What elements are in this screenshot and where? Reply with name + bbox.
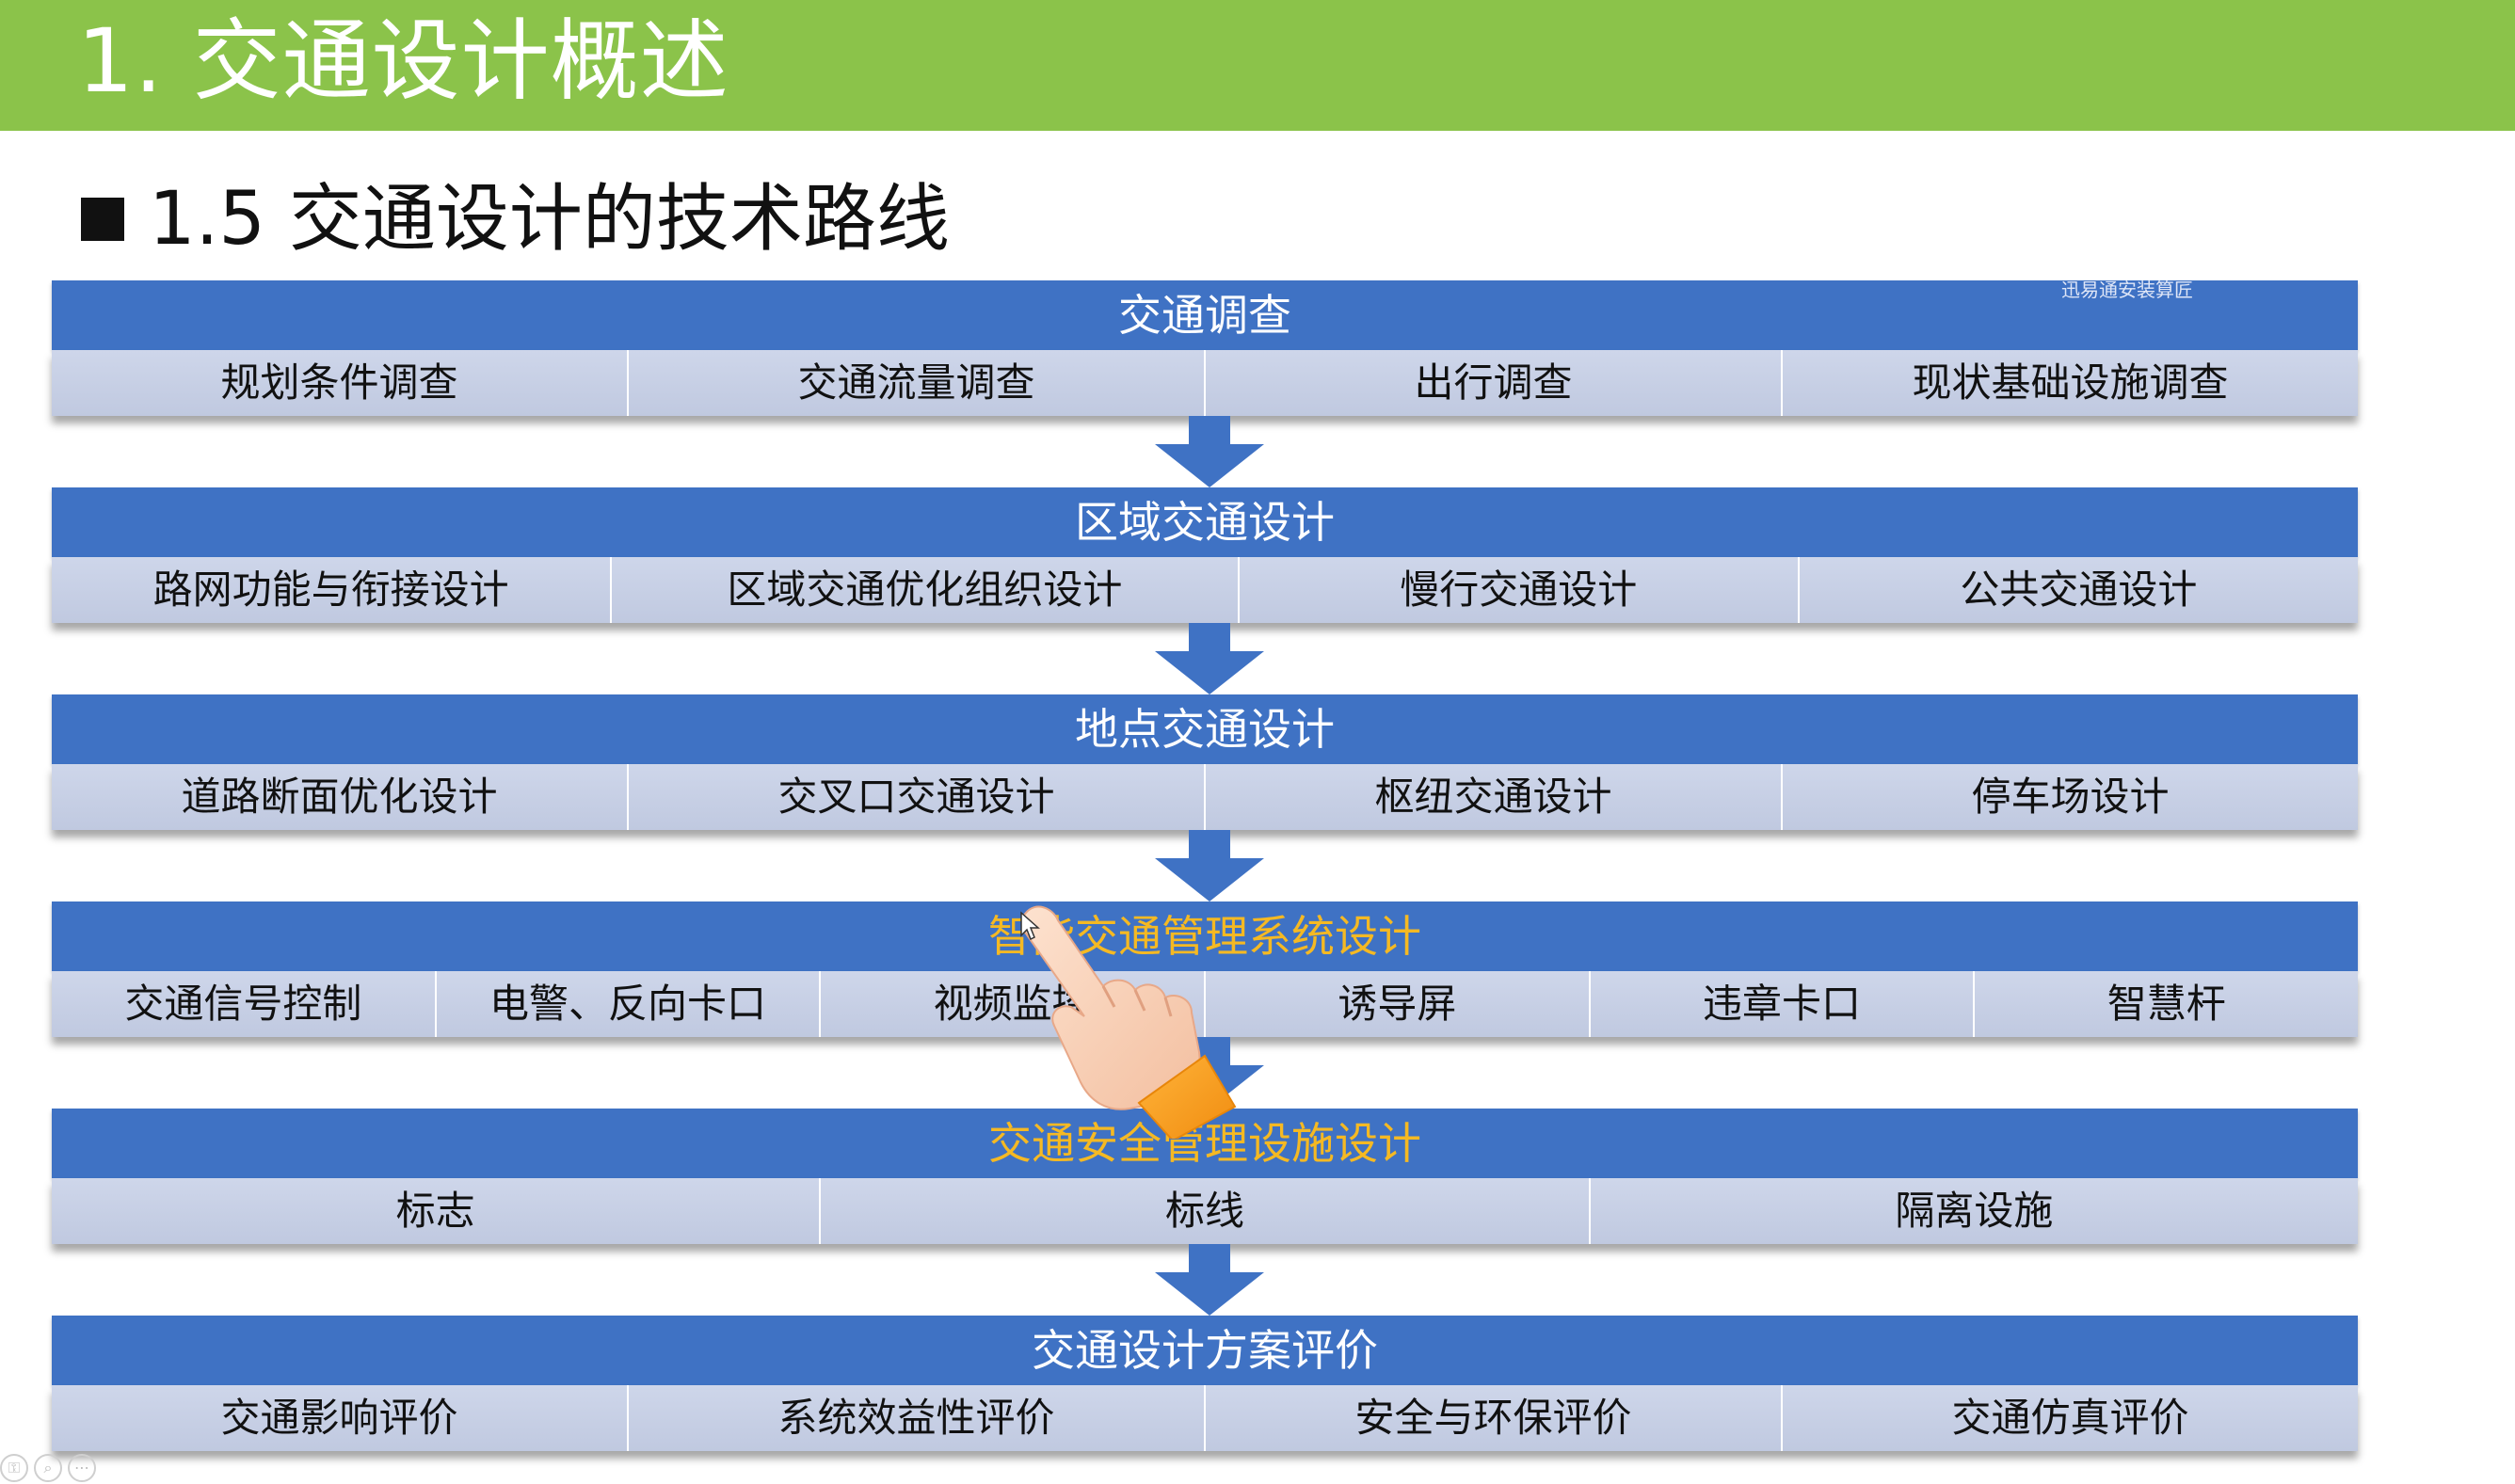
watermark-text: 迅易通安装算匠 — [2061, 279, 2193, 301]
block-item: 交通信号控制 — [52, 971, 437, 1037]
block-item: 出行调查 — [1206, 350, 1783, 416]
block-header: 地点交通设计 — [52, 694, 2358, 764]
block-item: 标志 — [52, 1178, 822, 1244]
slide-title: 1. 交通设计概述 — [77, 10, 729, 113]
title-bar: 1. 交通设计概述 — [0, 0, 2515, 131]
block-items-row: 交通影响评价 系统效益性评价 安全与环保评价 交通仿真评价 — [52, 1385, 2358, 1451]
block-item: 隔离设施 — [1590, 1178, 2358, 1244]
block-item: 交通影响评价 — [52, 1385, 629, 1451]
block-items-row: 规划条件调查 交通流量调查 出行调查 现状基础设施调查 — [52, 350, 2358, 416]
block-header: 交通设计方案评价 — [52, 1316, 2358, 1385]
block-item: 安全与环保评价 — [1206, 1385, 1783, 1451]
down-arrow-icon — [1155, 623, 1264, 694]
block-item: 电警、反向卡口 — [436, 971, 822, 1037]
block-item: 交通仿真评价 — [1783, 1385, 2358, 1451]
block-item: 标线 — [821, 1178, 1591, 1244]
block-item: 交叉口交通设计 — [629, 764, 1206, 830]
section-heading-text: 1.5 交通设计的技术路线 — [149, 177, 950, 262]
block-item: 交通流量调查 — [629, 350, 1206, 416]
block-items-row: 道路断面优化设计 交叉口交通设计 枢纽交通设计 停车场设计 — [52, 764, 2358, 830]
block-item: 现状基础设施调查 — [1783, 350, 2358, 416]
mouse-cursor-icon — [1020, 911, 1040, 941]
block-item: 枢纽交通设计 — [1206, 764, 1783, 830]
block-items-row: 路网功能与衔接设计 区域交通优化组织设计 慢行交通设计 公共交通设计 — [52, 557, 2358, 623]
down-arrow-icon — [1155, 416, 1264, 487]
block-item: 违章卡口 — [1590, 971, 1976, 1037]
square-bullet-icon — [81, 198, 124, 241]
block-item: 停车场设计 — [1783, 764, 2358, 830]
zoom-icon[interactable]: ⌕ — [34, 1454, 62, 1482]
block-item: 区域交通优化组织设计 — [612, 557, 1240, 623]
down-arrow-icon — [1155, 830, 1264, 902]
block-header: 区域交通设计 — [52, 487, 2358, 557]
more-icon[interactable]: ⋯ — [68, 1454, 96, 1482]
lock-icon[interactable]: ⚿ — [0, 1454, 28, 1482]
block-header: 交通调查 — [52, 280, 2358, 350]
block-items-row: 标志 标线 隔离设施 — [52, 1178, 2358, 1244]
block-item: 规划条件调查 — [52, 350, 629, 416]
block-item: 道路断面优化设计 — [52, 764, 629, 830]
block-item: 诱导屏 — [1206, 971, 1591, 1037]
block-item: 路网功能与衔接设计 — [52, 557, 613, 623]
footer-toolbar: ⚿ ⌕ ⋯ — [0, 1454, 96, 1482]
block-item: 智慧杆 — [1975, 971, 2359, 1037]
down-arrow-icon — [1155, 1244, 1264, 1316]
block-item: 公共交通设计 — [1799, 557, 2358, 623]
block-item: 系统效益性评价 — [629, 1385, 1206, 1451]
section-heading: 1.5 交通设计的技术路线 — [81, 168, 950, 271]
block-item: 慢行交通设计 — [1239, 557, 1800, 623]
